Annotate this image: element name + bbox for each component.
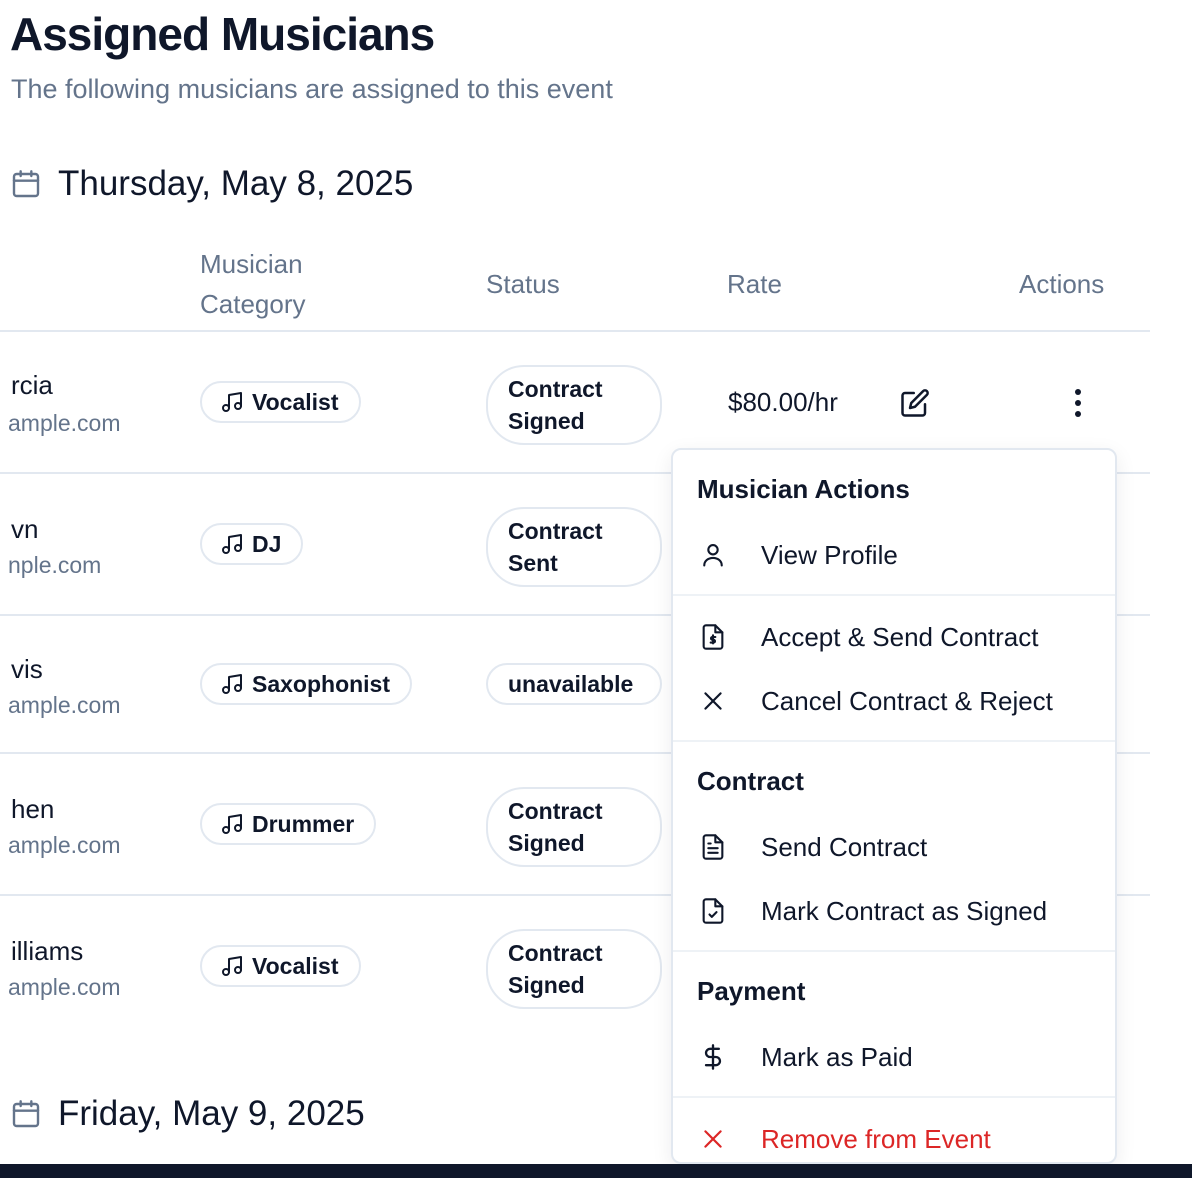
status-badge: unavailable	[486, 663, 662, 705]
menu-item-cancel-contract-reject[interactable]: Cancel Contract & Reject	[673, 675, 1115, 727]
menu-separator	[673, 594, 1115, 596]
more-actions-button[interactable]	[1062, 385, 1094, 421]
date-heading: Friday, May 9, 2025	[10, 1092, 365, 1136]
menu-item-mark-contract-signed[interactable]: Mark Contract as Signed	[673, 885, 1115, 937]
date-label: Friday, May 9, 2025	[58, 1094, 365, 1133]
musician-name: hen	[11, 794, 55, 824]
music-note-icon	[220, 812, 244, 836]
musician-email: ample.com	[8, 832, 121, 858]
musician-email: ample.com	[8, 410, 121, 436]
musician-email: ample.com	[8, 692, 121, 718]
music-note-icon	[220, 532, 244, 556]
dollar-icon	[697, 1041, 729, 1073]
menu-separator	[673, 950, 1115, 952]
menu-separator	[673, 1096, 1115, 1098]
x-icon	[697, 685, 729, 717]
edit-rate-button[interactable]	[898, 386, 932, 420]
date-heading: Thursday, May 8, 2025	[10, 162, 413, 206]
file-dollar-icon	[697, 621, 729, 653]
music-note-icon	[220, 954, 244, 978]
musician-name: rcia	[11, 370, 53, 400]
status-badge: Contract Sent	[486, 507, 662, 587]
calendar-icon	[10, 168, 42, 200]
column-header-category: Musician Category	[200, 249, 306, 319]
category-badge: Vocalist	[200, 945, 361, 987]
x-icon	[697, 1123, 729, 1155]
bottom-bar	[0, 1164, 1192, 1178]
date-label: Thursday, May 8, 2025	[58, 164, 414, 203]
page: Assigned Musicians The following musicia…	[0, 0, 1192, 1178]
table-header: Musician Category Status Rate Actions	[0, 244, 1150, 332]
music-note-icon	[220, 390, 244, 414]
musician-name: illiams	[11, 936, 84, 966]
page-title: Assigned Musicians	[10, 8, 435, 60]
rate-value: $80.00/hr	[728, 387, 838, 417]
column-header-actions: Actions	[1019, 269, 1105, 299]
menu-item-accept-send-contract[interactable]: Accept & Send Contract	[673, 611, 1115, 663]
file-text-icon	[697, 831, 729, 863]
music-note-icon	[220, 672, 244, 696]
status-badge: Contract Signed	[486, 787, 662, 867]
musician-email: nple.com	[8, 552, 102, 578]
musician-actions-menu: Musician Actions View Profile Accept & S…	[671, 448, 1117, 1164]
musician-name: vn	[11, 514, 39, 544]
edit-icon	[901, 389, 929, 417]
menu-section-label: Musician Actions	[697, 474, 910, 504]
category-badge: Vocalist	[200, 381, 361, 423]
musician-email: ample.com	[8, 974, 121, 1000]
menu-item-remove-from-event[interactable]: Remove from Event	[673, 1113, 1115, 1162]
menu-section-label: Contract	[697, 766, 804, 796]
column-header-status: Status	[486, 269, 560, 299]
status-badge: Contract Signed	[486, 929, 662, 1009]
menu-separator	[673, 740, 1115, 742]
menu-item-send-contract[interactable]: Send Contract	[673, 821, 1115, 873]
column-header-rate: Rate	[727, 269, 782, 299]
page-subtitle: The following musicians are assigned to …	[11, 74, 613, 104]
category-badge: Drummer	[200, 803, 377, 845]
category-badge: Saxophonist	[200, 663, 413, 705]
user-icon	[697, 539, 729, 571]
menu-item-mark-as-paid[interactable]: Mark as Paid	[673, 1031, 1115, 1083]
menu-item-view-profile[interactable]: View Profile	[673, 529, 1115, 581]
more-vertical-icon	[1075, 389, 1081, 417]
menu-section-label: Payment	[697, 976, 806, 1006]
file-check-icon	[697, 895, 729, 927]
category-badge: DJ	[200, 523, 304, 565]
calendar-icon	[10, 1098, 42, 1130]
musician-name: vis	[11, 654, 43, 684]
status-badge: Contract Signed	[486, 365, 662, 445]
